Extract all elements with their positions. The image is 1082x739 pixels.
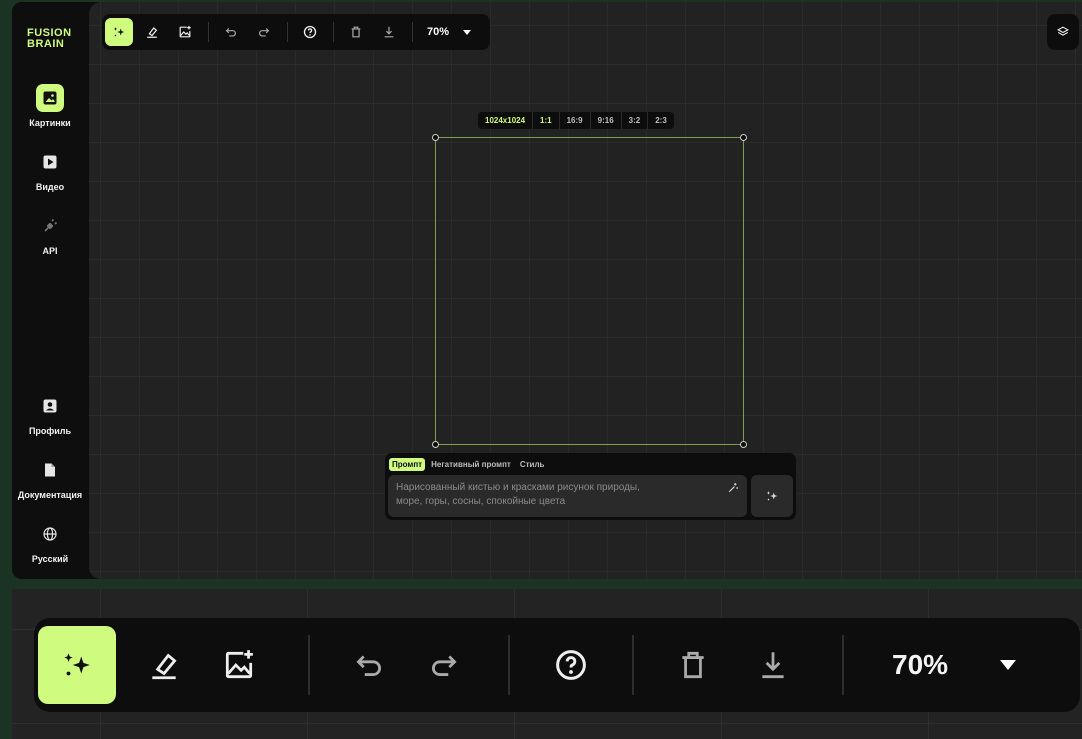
ratio-option[interactable]: 9:16 bbox=[589, 112, 621, 129]
sidebar-item-label: Документация bbox=[17, 490, 83, 500]
resize-handle[interactable] bbox=[740, 134, 747, 141]
profile-icon bbox=[36, 392, 64, 420]
resize-handle[interactable] bbox=[432, 441, 439, 448]
resize-handle[interactable] bbox=[432, 134, 439, 141]
plug-icon bbox=[36, 212, 64, 240]
sparkle-icon bbox=[766, 491, 778, 501]
globe-icon bbox=[36, 520, 64, 548]
toolbar-divider bbox=[333, 22, 334, 42]
sidebar-item-label: Профиль bbox=[28, 426, 72, 436]
ratio-option[interactable]: 2:3 bbox=[647, 112, 674, 129]
generation-frame[interactable] bbox=[432, 134, 747, 448]
help-button[interactable] bbox=[296, 18, 324, 46]
toolbar-divider bbox=[308, 635, 310, 695]
toolbar-divider bbox=[287, 22, 288, 42]
resize-handle[interactable] bbox=[740, 441, 747, 448]
download-button[interactable] bbox=[728, 626, 818, 704]
sidebar-item-docs[interactable]: Документация bbox=[12, 456, 88, 500]
redo-button[interactable] bbox=[250, 18, 278, 46]
sidebar-item-images[interactable]: Картинки bbox=[12, 84, 88, 128]
ratio-option[interactable]: 16:9 bbox=[558, 112, 590, 129]
generate-button[interactable] bbox=[751, 475, 793, 517]
toolbar-divider bbox=[508, 635, 510, 695]
delete-button[interactable] bbox=[342, 18, 370, 46]
toolbar-divider bbox=[842, 635, 844, 695]
video-icon bbox=[36, 148, 64, 176]
trash-icon bbox=[682, 651, 704, 679]
brand-logo[interactable]: FUSION BRAIN bbox=[27, 28, 87, 50]
canvas-area[interactable]: 70% 1024x1024 1:1 16:9 9:16 3:2 2:3 Пром… bbox=[89, 2, 1082, 579]
eraser-icon bbox=[147, 27, 158, 38]
sidebar-item-profile[interactable]: Профиль bbox=[12, 392, 88, 436]
sidebar-item-label: API bbox=[42, 246, 58, 256]
undo-button[interactable] bbox=[217, 18, 245, 46]
toolbar-divider bbox=[412, 22, 413, 42]
tab-style[interactable]: Стиль bbox=[517, 458, 548, 471]
sidebar-item-api[interactable]: API bbox=[12, 212, 88, 256]
tab-prompt[interactable]: Промпт bbox=[389, 458, 426, 471]
chevron-down-icon[interactable] bbox=[463, 29, 472, 35]
undo-icon bbox=[356, 655, 381, 676]
canvas-size-label: 1024x1024 bbox=[485, 116, 526, 125]
zoom-level[interactable]: 70% bbox=[892, 649, 948, 681]
image-add-icon bbox=[179, 25, 191, 38]
sparkle-icon bbox=[64, 653, 90, 676]
help-icon bbox=[303, 25, 317, 39]
download-button[interactable] bbox=[375, 18, 403, 46]
prompt-panel: Промпт Негативный промпт Стиль Нарисован… bbox=[385, 453, 796, 520]
prompt-input[interactable]: Нарисованный кистью и красками рисунок п… bbox=[388, 475, 747, 517]
help-icon bbox=[556, 650, 586, 680]
undo-icon bbox=[225, 28, 236, 37]
magic-wand-icon[interactable] bbox=[727, 482, 739, 494]
toolbar-zoomed: 70% bbox=[34, 618, 1080, 712]
eraser-tool-button[interactable] bbox=[138, 18, 166, 46]
brand-line2: BRAIN bbox=[27, 38, 65, 50]
sparkle-icon bbox=[113, 27, 125, 37]
toolbar-divider bbox=[632, 635, 634, 695]
delete-button[interactable] bbox=[658, 626, 728, 704]
aspect-ratio-bar: 1024x1024 1:1 16:9 9:16 3:2 2:3 bbox=[478, 112, 674, 129]
generate-tool-button[interactable] bbox=[105, 18, 133, 46]
sidebar-item-label: Русский bbox=[31, 554, 69, 564]
layers-icon bbox=[1056, 26, 1070, 36]
download-icon bbox=[384, 26, 394, 38]
help-button[interactable] bbox=[534, 626, 608, 704]
redo-icon bbox=[259, 28, 270, 37]
toolbar: 70% bbox=[102, 14, 490, 50]
prompt-tabs: Промпт Негативный промпт Стиль bbox=[389, 458, 550, 471]
chevron-down-icon[interactable] bbox=[1000, 660, 1017, 670]
sidebar-item-language[interactable]: Русский bbox=[12, 520, 88, 564]
eraser-icon bbox=[152, 653, 177, 680]
trash-icon bbox=[351, 26, 361, 38]
ratio-option[interactable]: 1:1 bbox=[532, 112, 559, 129]
generate-tool-button[interactable] bbox=[38, 626, 116, 704]
add-image-button[interactable] bbox=[171, 18, 199, 46]
eraser-tool-button[interactable] bbox=[134, 626, 194, 704]
sidebar-item-video[interactable]: Видео bbox=[12, 148, 88, 192]
redo-icon bbox=[432, 655, 457, 676]
sidebar: FUSION BRAIN Картинки Видео API Профиль … bbox=[12, 2, 88, 579]
redo-button[interactable] bbox=[404, 626, 484, 704]
image-add-icon bbox=[225, 650, 253, 679]
image-icon bbox=[36, 84, 64, 112]
add-image-button[interactable] bbox=[194, 626, 284, 704]
prompt-placeholder-line: Нарисованный кистью и красками рисунок п… bbox=[396, 482, 640, 493]
toolbar-divider bbox=[208, 22, 209, 42]
layers-button[interactable] bbox=[1047, 14, 1079, 50]
app-window: FUSION BRAIN Картинки Видео API Профиль … bbox=[12, 2, 1082, 579]
download-icon bbox=[762, 652, 784, 679]
undo-button[interactable] bbox=[334, 626, 404, 704]
document-icon bbox=[36, 456, 64, 484]
ratio-option[interactable]: 3:2 bbox=[620, 112, 648, 129]
zoom-level[interactable]: 70% bbox=[427, 26, 449, 38]
prompt-placeholder-line: море, горы, сосны, спокойные цвета bbox=[396, 496, 566, 507]
tab-negative-prompt[interactable]: Негативный промпт bbox=[428, 458, 514, 471]
sidebar-item-label: Картинки bbox=[29, 118, 71, 128]
sidebar-item-label: Видео bbox=[35, 182, 65, 192]
zoomed-toolbar-view: 70% bbox=[12, 589, 1082, 739]
